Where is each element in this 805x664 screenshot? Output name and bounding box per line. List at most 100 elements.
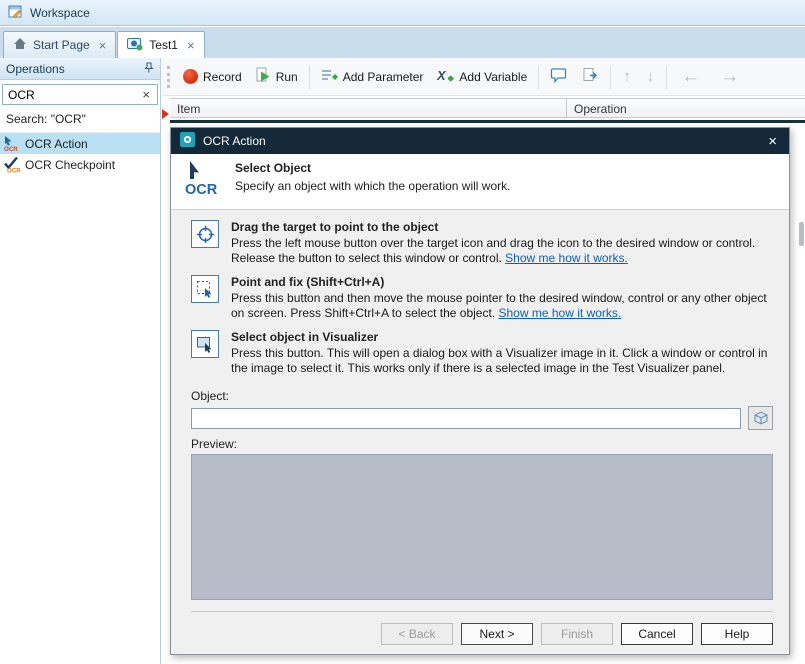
option-title: Point and fix (Shift+Ctrl+A) [231, 275, 773, 290]
option-description: Press this button. This will open a dial… [231, 346, 773, 376]
dialog-title: OCR Action [203, 134, 266, 148]
option-drag-target: Drag the target to point to the object P… [191, 220, 773, 266]
drag-target-button[interactable] [191, 220, 219, 248]
indent-icon[interactable]: → [711, 66, 748, 88]
ocr-action-dialog: OCR Action × OCR Select Object Specify a… [170, 127, 790, 655]
toolbar-separator [538, 65, 539, 89]
show-me-how-link[interactable]: Show me how it works. [505, 251, 628, 265]
option-title: Drag the target to point to the object [231, 220, 773, 235]
help-button[interactable]: Help [701, 623, 773, 645]
dialog-heading-band: OCR Select Object Specify an object with… [171, 154, 789, 210]
close-tab-icon[interactable]: × [99, 39, 107, 52]
test-editor-toolbar: Record Run Add Parameter X Add Variable [162, 58, 805, 96]
add-parameter-button[interactable]: Add Parameter [315, 63, 430, 91]
clear-search-icon[interactable]: × [135, 87, 157, 102]
dialog-subheading: Specify an object with which the operati… [235, 179, 510, 193]
record-button[interactable]: Record [177, 64, 248, 89]
object-label: Object: [191, 389, 773, 404]
ocr-logo-icon: OCR [183, 160, 225, 201]
close-tab-icon[interactable]: × [187, 39, 195, 52]
operations-panel: Operations × Search: "OCR" OCR OCR Actio… [0, 58, 161, 664]
document-tab-bar: Start Page × Test1 × [0, 27, 805, 58]
cancel-button[interactable]: Cancel [621, 623, 693, 645]
sidebar-item-label: OCR Checkpoint [25, 158, 115, 172]
tab-label: Start Page [33, 38, 90, 52]
toolbar-separator [666, 65, 667, 89]
option-text: Press this button. This will open a dial… [231, 346, 767, 375]
back-button[interactable]: < Back [381, 623, 453, 645]
operations-search-box: × [2, 84, 158, 105]
document-export-icon [582, 67, 599, 86]
test-icon [127, 37, 143, 54]
sidebar-item-label: OCR Action [25, 137, 88, 151]
run-label: Run [276, 70, 298, 84]
comment-bubble-icon [550, 67, 568, 86]
preview-area [191, 454, 773, 600]
row-marker-icon [162, 109, 169, 119]
dialog-icon [180, 132, 195, 150]
point-and-fix-button[interactable] [191, 275, 219, 303]
object-input[interactable] [191, 408, 741, 429]
add-parameter-label: Add Parameter [343, 70, 424, 84]
move-down-icon[interactable]: ↓ [640, 68, 662, 85]
option-description: Press this button and then move the mous… [231, 291, 773, 321]
ocr-checkpoint-icon: OCR [3, 156, 20, 173]
search-result-caption: Search: "OCR" [0, 105, 160, 133]
vertical-scrollbar[interactable] [799, 222, 804, 246]
object-browse-button[interactable] [748, 406, 773, 430]
dialog-heading: Select Object [235, 161, 510, 175]
add-variable-label: Add Variable [459, 70, 527, 84]
next-button[interactable]: Next > [461, 623, 533, 645]
sidebar-item-ocr-checkpoint[interactable]: OCR OCR Checkpoint [0, 154, 160, 175]
workspace-window: Workspace Start Page × Test1 × Operation… [0, 0, 805, 664]
record-icon [183, 69, 198, 84]
option-title: Select object in Visualizer [231, 330, 773, 345]
svg-text:OCR: OCR [4, 146, 18, 152]
toolbar-separator [309, 65, 310, 89]
option-point-and-fix: Point and fix (Shift+Ctrl+A) Press this … [191, 275, 773, 321]
ocr-action-icon: OCR [3, 135, 20, 152]
workspace-icon [8, 4, 23, 22]
finish-button[interactable]: Finish [541, 623, 613, 645]
move-up-icon[interactable]: ↑ [616, 68, 638, 85]
comment-button[interactable] [544, 62, 574, 91]
test-grid-header: Item Operation [170, 98, 805, 118]
tab-start-page[interactable]: Start Page × [3, 31, 116, 58]
option-text: Press the left mouse button over the tar… [231, 236, 755, 265]
dialog-close-icon[interactable]: × [765, 133, 780, 150]
export-document-button[interactable] [576, 62, 605, 91]
show-me-how-link[interactable]: Show me how it works. [498, 306, 621, 320]
run-button[interactable]: Run [250, 62, 304, 91]
svg-text:OCR: OCR [185, 182, 218, 198]
dialog-title-bar[interactable]: OCR Action × [171, 128, 789, 154]
svg-text:X: X [437, 68, 447, 83]
column-header-operation[interactable]: Operation [567, 99, 805, 117]
toolbar-grip[interactable] [167, 66, 170, 88]
column-header-item[interactable]: Item [170, 99, 567, 117]
toolbar-separator [610, 65, 611, 89]
panel-title: Operations [6, 62, 65, 76]
sidebar-item-ocr-action[interactable]: OCR OCR Action [0, 133, 160, 154]
add-variable-icon: X [437, 68, 454, 86]
record-label: Record [203, 70, 242, 84]
add-variable-button[interactable]: X Add Variable [431, 63, 533, 91]
object-field-row [191, 406, 773, 430]
search-input[interactable] [3, 88, 135, 102]
add-parameter-icon [321, 68, 338, 86]
svg-text:OCR: OCR [7, 168, 20, 174]
home-icon [13, 37, 27, 53]
window-title: Workspace [30, 6, 90, 20]
option-select-in-visualizer: Select object in Visualizer Press this b… [191, 330, 773, 376]
option-description: Press the left mouse button over the tar… [231, 236, 773, 266]
tab-test1[interactable]: Test1 × [117, 31, 204, 58]
tab-label: Test1 [149, 38, 178, 52]
run-icon [256, 67, 271, 86]
operations-panel-header: Operations [0, 58, 160, 80]
preview-label: Preview: [191, 437, 773, 452]
pin-icon[interactable] [143, 62, 154, 76]
visualizer-select-button[interactable] [191, 330, 219, 358]
dialog-footer: < Back Next > Finish Cancel Help [191, 611, 773, 645]
dialog-body: Drag the target to point to the object P… [171, 210, 789, 654]
outdent-icon[interactable]: ← [672, 66, 709, 88]
current-row-indicator [170, 120, 805, 123]
